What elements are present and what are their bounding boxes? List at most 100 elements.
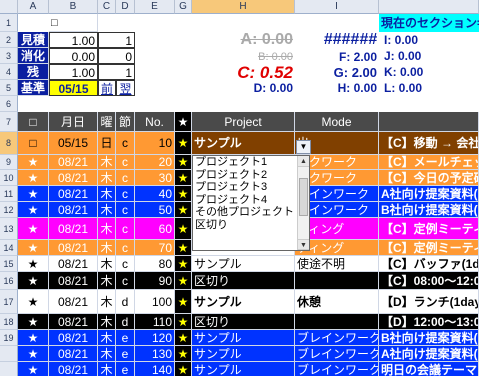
cell-no[interactable]: 60 <box>135 218 175 240</box>
row-header-11[interactable]: 11 <box>0 186 18 202</box>
cell-star[interactable]: ★ <box>175 170 192 186</box>
label-consumed[interactable]: 消化 <box>18 48 49 64</box>
col-header-e[interactable]: E <box>135 0 175 14</box>
cell-project[interactable]: サンプル <box>192 256 295 272</box>
cell-star[interactable]: ★ <box>175 240 192 256</box>
cell-sec[interactable]: c <box>116 202 135 218</box>
cell-no[interactable]: 80 <box>135 256 175 272</box>
cell-date[interactable]: 08/21 <box>49 202 98 218</box>
cell-no[interactable]: 90 <box>135 272 175 290</box>
cell-chk[interactable]: ★ <box>18 314 49 330</box>
cell-sec[interactable]: d <box>116 290 135 314</box>
cell-sec[interactable]: c <box>116 186 135 202</box>
cell-task[interactable]: 【C】バッファ(1days) <box>379 256 479 272</box>
row-header-19[interactable]: 19 <box>0 330 18 346</box>
cell-sec[interactable]: e <box>116 330 135 346</box>
cell-dow[interactable]: 木 <box>98 330 116 346</box>
cell-no[interactable]: 120 <box>135 330 175 346</box>
cell-date[interactable]: 08/21 <box>49 362 98 376</box>
cell-date[interactable]: 08/21 <box>49 218 98 240</box>
dropdown-scrollbar[interactable]: ▲ ▼ <box>297 156 309 250</box>
cell-task[interactable]: 【C】定例ミーティング( <box>379 218 479 240</box>
cell-star[interactable]: ★ <box>175 256 192 272</box>
cell-dow[interactable]: 木 <box>98 346 116 362</box>
cell-no[interactable]: 30 <box>135 170 175 186</box>
cell-task[interactable]: 【C】移動 → 会社@ <box>379 132 479 155</box>
row-header-14[interactable]: 14 <box>0 240 18 256</box>
cell-mode[interactable]: ブレインワーク <box>295 330 379 346</box>
cell-dow[interactable]: 木 <box>98 218 116 240</box>
cell-no[interactable]: 110 <box>135 314 175 330</box>
cell-no[interactable]: 20 <box>135 155 175 170</box>
next-button[interactable]: 翌 <box>116 80 135 96</box>
cell-date[interactable]: 08/21 <box>49 170 98 186</box>
row-header-21[interactable] <box>0 362 18 376</box>
cell-star[interactable]: ★ <box>175 202 192 218</box>
row-header-16[interactable]: 16 <box>0 272 18 290</box>
cell-task[interactable]: 明日の会議テーマ <box>379 362 479 376</box>
cell-date[interactable]: 08/21 <box>49 186 98 202</box>
cell-task[interactable]: B社向け提案資料( <box>379 330 479 346</box>
row-header-9[interactable]: 9 <box>0 155 18 170</box>
cell-star[interactable]: ★ <box>175 330 192 346</box>
value-estimate[interactable]: 1.00 <box>49 32 98 48</box>
cell-sec[interactable]: e <box>116 362 135 376</box>
dropdown-option[interactable]: プロジェクト4 <box>195 194 309 207</box>
col-header-a[interactable]: A <box>18 0 49 14</box>
cell-task[interactable]: 【C】今日の予定確 <box>379 170 479 186</box>
row-header-20[interactable] <box>0 346 18 362</box>
cell-star[interactable]: ★ <box>175 132 192 155</box>
row-header-17[interactable]: 17 <box>0 290 18 314</box>
row-header-4[interactable]: 4 <box>0 64 18 80</box>
cell-dow[interactable]: 木 <box>98 186 116 202</box>
cell-mode[interactable] <box>295 272 379 290</box>
scroll-thumb[interactable] <box>299 178 308 216</box>
row-header-12[interactable]: 12 <box>0 202 18 218</box>
cell-dow[interactable]: 日 <box>98 132 116 155</box>
cell-date[interactable]: 08/21 <box>49 330 98 346</box>
cell-no[interactable]: 40 <box>135 186 175 202</box>
cell-date[interactable]: 08/21 <box>49 314 98 330</box>
cell-project[interactable]: サンプル <box>192 362 295 376</box>
cell-sec[interactable]: c <box>116 272 135 290</box>
cell-chk[interactable]: ★ <box>18 346 49 362</box>
cell-star[interactable]: ★ <box>175 346 192 362</box>
cell-no[interactable]: 130 <box>135 346 175 362</box>
cell-date[interactable]: 08/21 <box>49 240 98 256</box>
cell-sec[interactable]: c <box>116 256 135 272</box>
cell-dow[interactable]: 木 <box>98 202 116 218</box>
cell-chk[interactable]: ★ <box>18 218 49 240</box>
cell-project[interactable]: 区切り <box>192 314 295 330</box>
cell-sec[interactable]: c <box>116 132 135 155</box>
row-header-5[interactable]: 5 <box>0 80 18 96</box>
label-base[interactable]: 基準 <box>18 80 49 96</box>
cell-project[interactable]: 区切り <box>192 272 295 290</box>
cell-task[interactable]: 【C】メールチェック( <box>379 155 479 170</box>
cell-dow[interactable]: 木 <box>98 256 116 272</box>
dropdown-toggle[interactable]: ▼ <box>296 140 311 154</box>
cell-sec[interactable]: c <box>116 170 135 186</box>
cell-sec[interactable]: d <box>116 314 135 330</box>
row-header-18[interactable]: 18 <box>0 314 18 330</box>
value-remain-2[interactable]: 1 <box>98 64 135 80</box>
cell-dow[interactable]: 木 <box>98 290 116 314</box>
cell-star[interactable]: ★ <box>175 218 192 240</box>
label-estimate[interactable]: 見積 <box>18 32 49 48</box>
cell-date[interactable]: 08/21 <box>49 272 98 290</box>
cell-dow[interactable]: 木 <box>98 314 116 330</box>
cell-task[interactable]: 【C】定例ミーティング <box>379 240 479 256</box>
cell-date[interactable]: 08/21 <box>49 256 98 272</box>
col-header-c[interactable]: C <box>98 0 116 14</box>
cell-chk[interactable]: ★ <box>18 240 49 256</box>
cell-mode[interactable]: ブレインワーク <box>295 346 379 362</box>
col-header-b[interactable]: B <box>49 0 98 14</box>
cell-star[interactable]: ★ <box>175 362 192 376</box>
cell-task[interactable]: 【C】08:00～12:00 <box>379 272 479 290</box>
cell-mode[interactable]: ブレインワーク <box>295 362 379 376</box>
corner[interactable] <box>0 0 18 14</box>
cell-mode[interactable]: 休憩 <box>295 290 379 314</box>
dropdown-option[interactable]: プロジェクト2 <box>195 169 309 182</box>
row-header-8[interactable]: 8 <box>0 132 18 155</box>
dropdown-option[interactable]: 区切り <box>195 219 309 232</box>
scroll-up-icon[interactable]: ▲ <box>298 156 309 167</box>
